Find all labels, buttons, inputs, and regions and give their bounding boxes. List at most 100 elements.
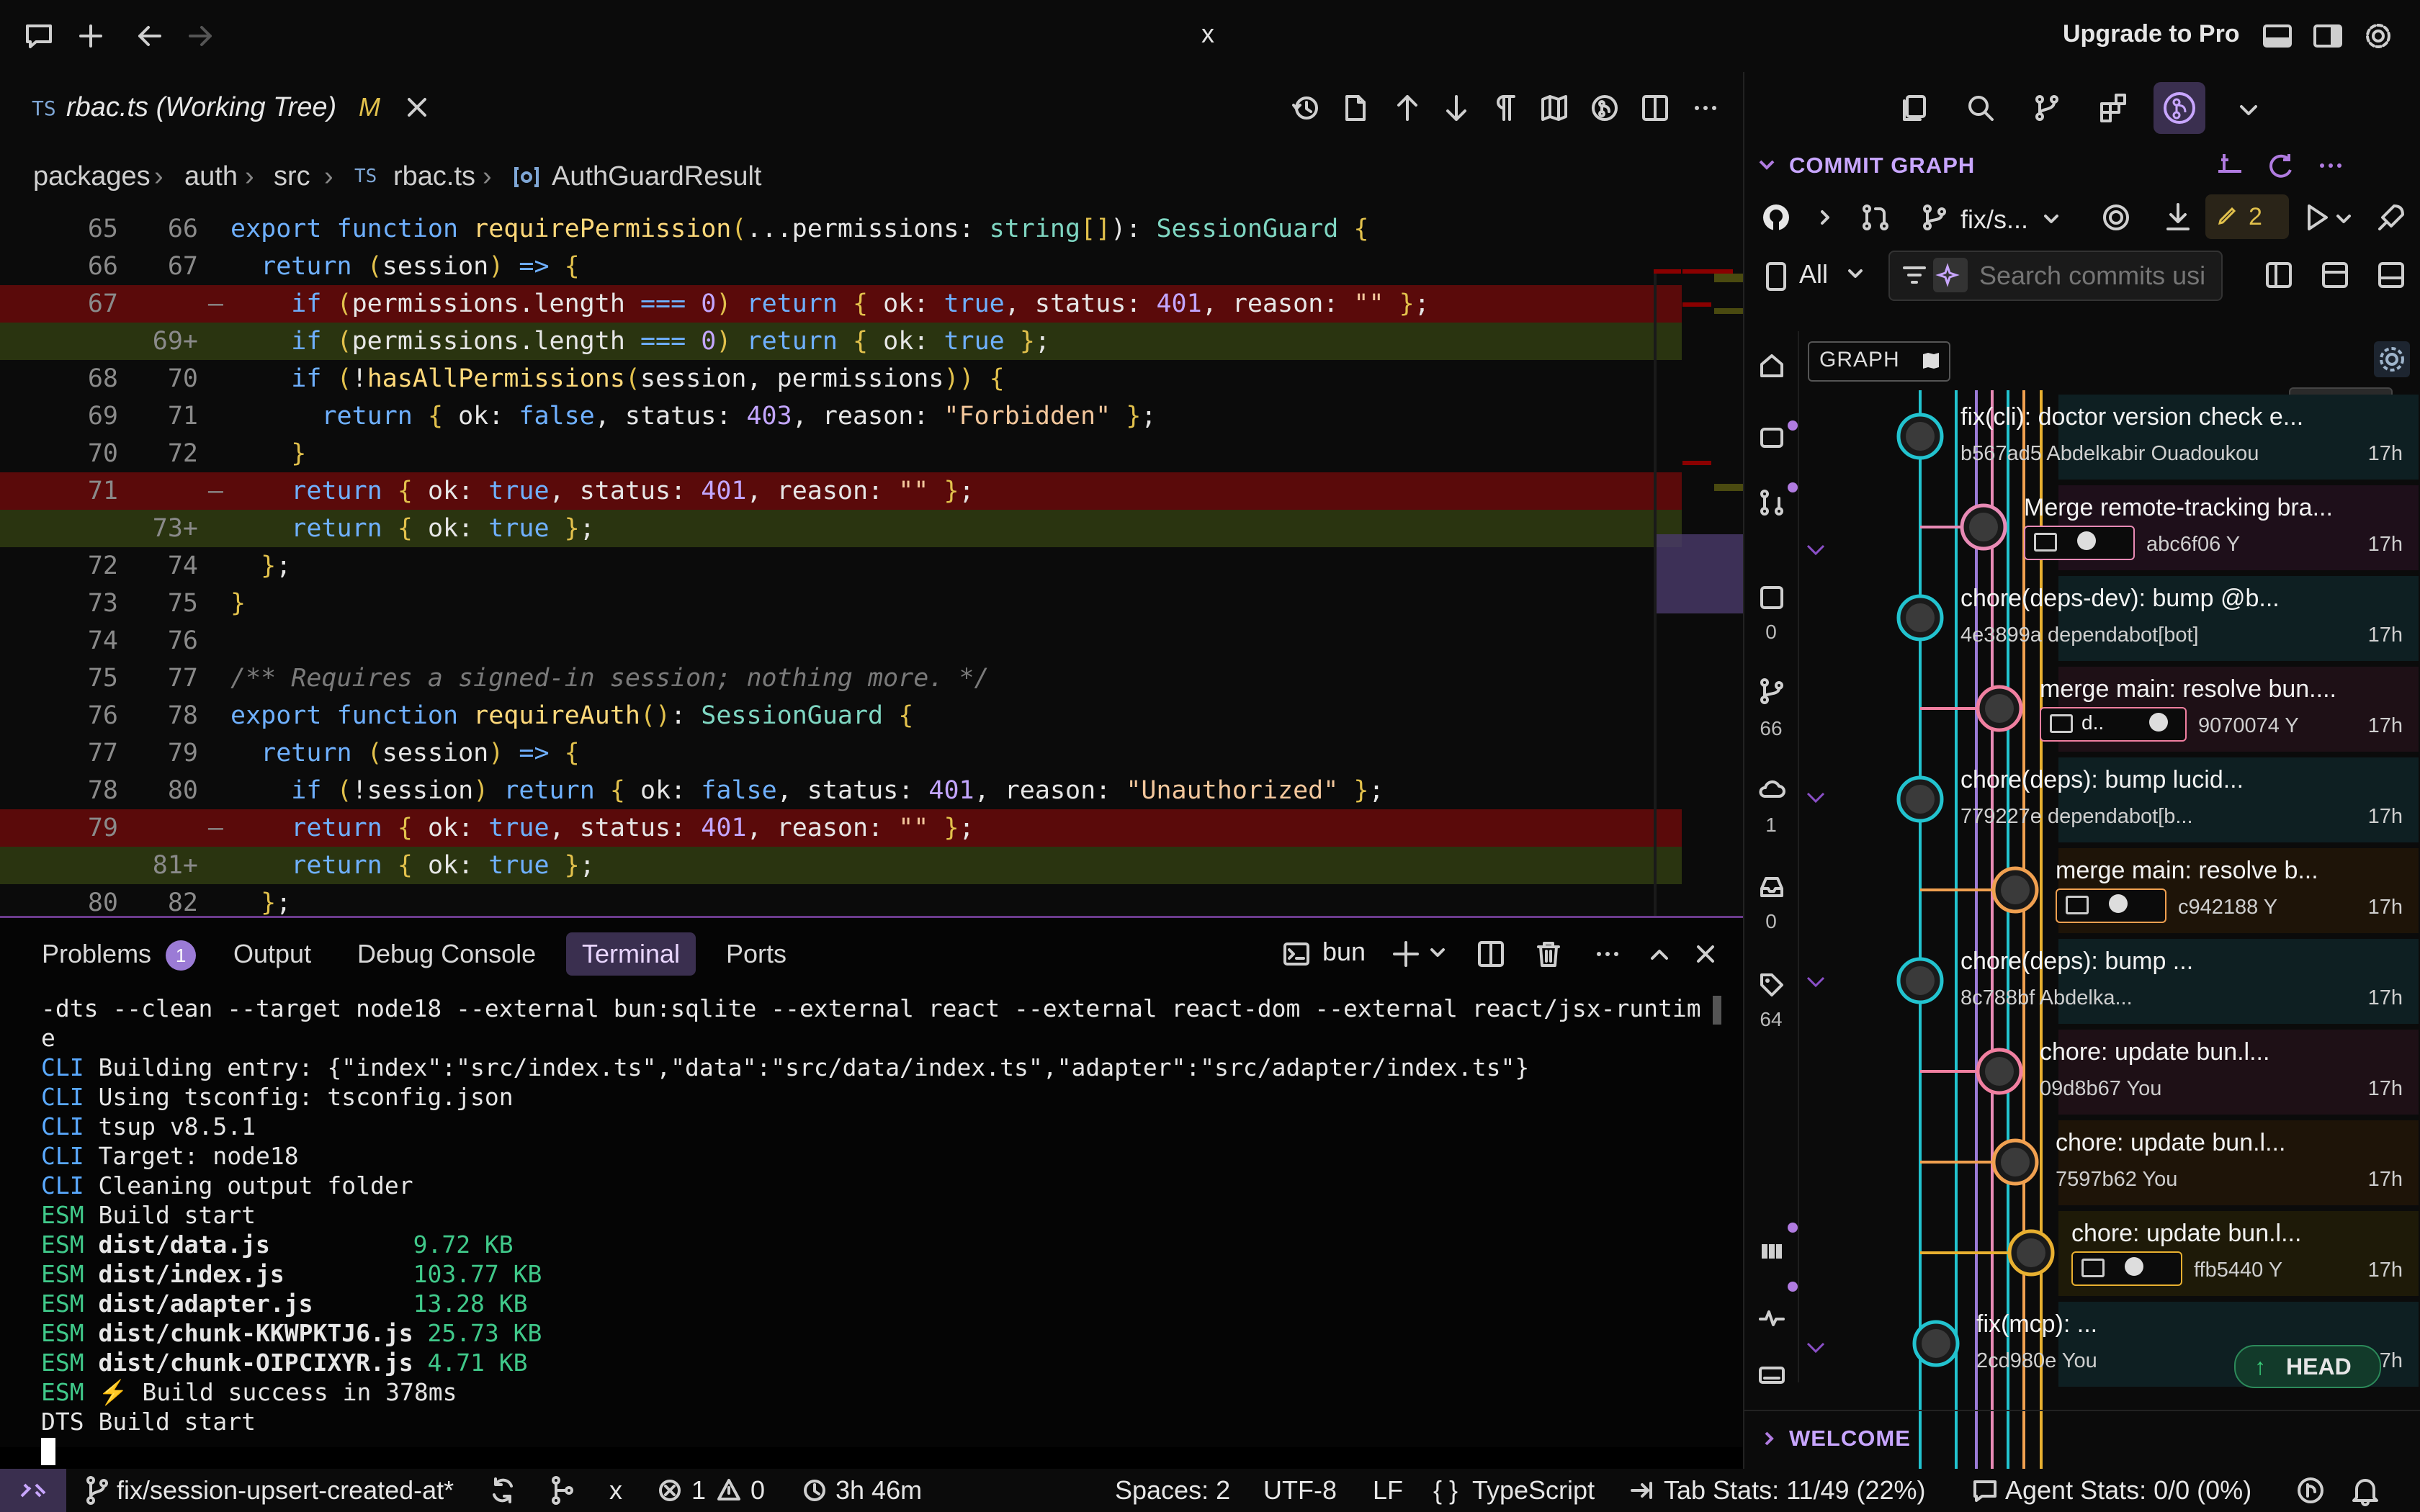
close-icon[interactable] [403, 94, 431, 121]
layout-columns-icon[interactable] [2264, 261, 2293, 289]
back-arrow-icon[interactable] [134, 20, 166, 52]
commit-row[interactable]: chore: update bun.l... 7597b62 You 17h [1799, 1116, 2419, 1207]
copy-files-icon[interactable] [1899, 92, 1930, 124]
deleted-line[interactable]: 79 — return { ok: true, status: 401, reas… [0, 809, 1682, 847]
code-line[interactable]: 69 71 return { ok: false, status: 403, re… [0, 397, 1682, 435]
section-title[interactable]: COMMIT GRAPH [1789, 153, 1975, 179]
keyboard-icon[interactable] [1757, 1361, 1786, 1390]
stash-icon[interactable] [1757, 423, 1786, 452]
notifications-bell-icon[interactable] [2349, 1469, 2381, 1512]
gitlens-tab[interactable] [2154, 82, 2205, 134]
refresh-icon[interactable] [2264, 150, 2296, 181]
open-file-icon[interactable] [1340, 92, 1371, 124]
github-icon[interactable] [1760, 202, 1792, 233]
rocket-icon[interactable] [2375, 202, 2407, 233]
pull-request-icon[interactable] [1757, 488, 1786, 517]
tab-ports[interactable]: Ports [726, 932, 786, 976]
search-icon[interactable] [1965, 92, 1996, 124]
run-icon[interactable] [2302, 202, 2334, 233]
remote-indicator[interactable] [0, 1469, 66, 1512]
changes-button[interactable]: 2 [2205, 194, 2289, 239]
chat-icon[interactable] [23, 20, 55, 52]
code-line[interactable]: 70 72 } [0, 435, 1682, 472]
home-icon[interactable] [1757, 351, 1786, 380]
welcome-section-title[interactable]: WELCOME [1789, 1426, 1911, 1452]
graph-view-icon[interactable] [2214, 150, 2246, 181]
error-count[interactable]: 1 [691, 1469, 706, 1512]
pull-request-icon[interactable] [1860, 202, 1891, 233]
branches-icon[interactable] [1757, 677, 1786, 706]
commit-row[interactable]: merge main: resolve bun.... 9070074 Y 17h d… [1799, 662, 2419, 753]
deleted-line[interactable]: 67 — if (permissions.length === 0) return… [0, 285, 1682, 323]
diff-editor[interactable]: 65 66 export function requirePermission(..… [0, 210, 1743, 916]
language-mode[interactable]: TypeScript [1472, 1469, 1595, 1512]
tab-rbac-ts[interactable]: TS rbac.ts (Working Tree) M [0, 72, 439, 147]
filter-all[interactable]: All [1799, 259, 1828, 289]
git-lens-icon[interactable] [1589, 92, 1621, 124]
head-badge[interactable]: ↑ HEAD [2234, 1345, 2381, 1388]
filter-icon[interactable] [1901, 262, 1927, 288]
commit-row[interactable]: chore(deps): bump lucid... 779227e depend… [1799, 753, 2419, 844]
target-icon[interactable] [2100, 202, 2132, 233]
chevron-down-icon[interactable] [1429, 944, 1446, 961]
upgrade-to-pro-link[interactable]: Upgrade to Pro [2063, 20, 2240, 48]
fetch-icon[interactable] [2162, 202, 2194, 233]
breadcrumb-file[interactable]: rbac.ts [393, 161, 475, 192]
tab-output[interactable]: Output [233, 932, 311, 976]
terminal-output[interactable]: -dts --clean --target node18 --external … [41, 994, 1712, 1436]
tab-problems[interactable]: Problems 1 [42, 932, 197, 976]
breadcrumb-packages[interactable]: packages [33, 161, 151, 192]
commit-row[interactable]: fix(cli): doctor version check e... b567a… [1799, 390, 2419, 481]
chevron-right-icon[interactable] [1760, 1430, 1778, 1447]
added-line[interactable]: 81+ return { ok: true }; [0, 847, 1682, 884]
code-line[interactable]: 76 78 export function requireAuth(): Sessi… [0, 697, 1682, 734]
new-icon[interactable] [75, 20, 107, 52]
commit-row[interactable]: chore: update bun.l... ffb5440 Y 17h [1799, 1207, 2419, 1297]
chevron-down-icon[interactable] [2335, 210, 2352, 228]
git-graph-icon[interactable] [547, 1469, 576, 1512]
sync-icon[interactable] [488, 1469, 517, 1512]
cloud-icon[interactable] [1757, 775, 1786, 804]
tab-stats[interactable]: Tab Stats: 11/49 (22%) [1664, 1469, 1926, 1512]
more-actions-icon[interactable] [1592, 938, 1623, 970]
search-commits-input[interactable] [1978, 259, 2218, 292]
history-icon[interactable] [1289, 92, 1321, 124]
code-line[interactable]: 68 70 if (!hasAllPermissions(session, per… [0, 360, 1682, 397]
git-lens-icon[interactable] [2295, 1469, 2326, 1512]
columns-icon[interactable] [1757, 1237, 1786, 1266]
commit-row[interactable]: chore: update bun.l... 09d8b67 You 17h [1799, 1025, 2419, 1116]
indentation-status[interactable]: Spaces: 2 [1115, 1469, 1230, 1512]
graph-settings-gear-icon[interactable] [2374, 341, 2410, 377]
code-line[interactable]: 66 67 return (session) => { [0, 248, 1682, 285]
code-line[interactable]: 78 80 if (!session) return { ok: false, s… [0, 772, 1682, 809]
toggle-panel-icon[interactable] [2262, 20, 2293, 52]
code-line[interactable]: 80 82 }; [0, 884, 1682, 916]
tab-terminal[interactable]: Terminal [566, 932, 696, 976]
more-actions-icon[interactable] [1690, 92, 1721, 124]
chevron-down-icon[interactable] [2043, 210, 2060, 228]
whitespace-pilcrow-icon[interactable] [1489, 92, 1521, 124]
code-line[interactable]: 65 66 export function requirePermission(..… [0, 210, 1682, 248]
chevron-down-icon[interactable] [2238, 99, 2259, 120]
encoding-status[interactable]: UTF-8 [1263, 1469, 1337, 1512]
scrollbar-track[interactable] [1654, 274, 1657, 916]
commit-row[interactable]: Merge remote-tracking bra... abc6f06 Y 17h [1799, 481, 2419, 572]
layout-rows-icon[interactable] [2321, 261, 2349, 289]
toggle-sidebar-icon[interactable] [2312, 20, 2344, 52]
commit-refs-badge[interactable]: d.. [2040, 707, 2187, 742]
breadcrumb-auth[interactable]: auth [184, 161, 238, 192]
ai-search-sparkle-icon[interactable] [1933, 258, 1968, 292]
eol-status[interactable]: LF [1373, 1469, 1403, 1512]
deleted-line[interactable]: 71 — return { ok: true, status: 401, reas… [0, 472, 1682, 510]
warning-count[interactable]: 0 [750, 1469, 765, 1512]
agent-stats[interactable]: Agent Stats: 0/0 (0%) [2005, 1469, 2251, 1512]
code-line[interactable]: 72 74 }; [0, 547, 1682, 585]
worktree-icon[interactable] [1757, 583, 1786, 612]
error-icon[interactable] [657, 1469, 683, 1512]
tag-icon[interactable] [1757, 971, 1786, 999]
breadcrumb-symbol[interactable]: AuthGuardResult [552, 161, 762, 192]
chevron-down-icon[interactable] [1757, 156, 1776, 174]
commit-row[interactable]: chore(deps-dev): bump @b... 4e3899a depen… [1799, 572, 2419, 662]
previous-change-arrow-up-icon[interactable] [1392, 92, 1423, 124]
tab-graph[interactable]: GRAPH [1808, 341, 1950, 382]
